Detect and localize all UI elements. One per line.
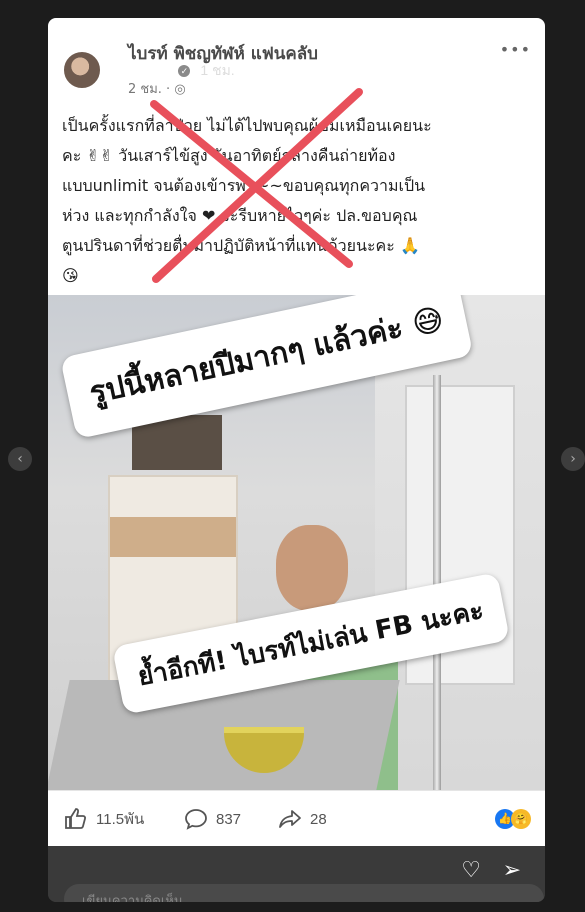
story-progress	[64, 38, 530, 40]
like-count: 11.5พัน	[96, 811, 145, 828]
facebook-post-screenshot: ไบรท์ พิชญทัฬห์ แฟนคลับ 2 ชม. · ◎ ••• เป…	[48, 18, 545, 846]
share-button: 28	[278, 807, 327, 831]
hospital-photo: รูปนี้หลายปีมากๆ แล้วค่ะ 😅 ย้ำอีกที! ไบร…	[48, 295, 545, 790]
post-text-line: แบบunlimit จนต้องเข้ารพ. ~~ขอบคุณทุกความ…	[62, 176, 426, 195]
post-text-line: 😘	[62, 266, 79, 285]
story-footer: ♡ ➢ เขียนความคิดเห็น...	[48, 846, 545, 902]
story-username[interactable]: bright_ch3	[110, 62, 175, 78]
story-time: 1 ชม.	[200, 62, 235, 78]
next-story-button[interactable]: ›	[561, 447, 585, 471]
previous-story-button[interactable]: ‹	[8, 447, 32, 471]
comment-count: 837	[216, 810, 242, 828]
post-text-line: คะ ✌✌ วันเสาร์ไข้สูง วันอาทิตย์กลางคืนถ่…	[62, 146, 396, 165]
pause-icon[interactable]: ❚❚	[467, 60, 495, 81]
verified-icon: ✓	[178, 65, 191, 77]
post-text-line: ตูนปรินดาที่ช่วยตื่นมาปฏิบัติหน้าที่แทนด…	[62, 236, 420, 255]
post-text-line: เป็นครั้งแรกที่ลาป่วย ไม่ได้ไปพบคุณผู้ชม…	[62, 116, 432, 135]
thumbs-up-icon	[65, 808, 87, 829]
post-text-line: ห่วง และทุกกำลังใจ ❤ จะรีบหายไวๆค่ะ ปล.ข…	[62, 206, 418, 225]
send-icon[interactable]: ➢	[503, 858, 521, 883]
story-user-info: bright_ch3 ✓ 1 ชม.	[110, 60, 235, 82]
care-reaction-icon: 🤗	[511, 809, 531, 829]
story-header: bright_ch3 ✓ 1 ชม. ❚❚ •••	[62, 50, 531, 90]
comment-icon	[185, 809, 207, 830]
post-text: เป็นครั้งแรกที่ลาป่วย ไม่ได้ไปพบคุณผู้ชม…	[62, 111, 529, 291]
avatar[interactable]	[62, 50, 102, 90]
heart-icon[interactable]: ♡	[461, 858, 481, 883]
more-options-icon[interactable]: •••	[492, 60, 523, 79]
comment-input[interactable]: เขียนความคิดเห็น...	[64, 884, 544, 902]
reactions-summary: 👍 🤗	[495, 809, 531, 829]
post-action-bar: 11.5พัน 837 28 👍 🤗	[48, 790, 545, 846]
like-button: 11.5พัน	[64, 807, 144, 831]
comment-button: 837	[184, 807, 241, 831]
share-icon	[279, 810, 301, 828]
share-count: 28	[310, 810, 327, 828]
story-viewer: ไบรท์ พิชญทัฬห์ แฟนคลับ 2 ชม. · ◎ ••• เป…	[48, 18, 545, 902]
